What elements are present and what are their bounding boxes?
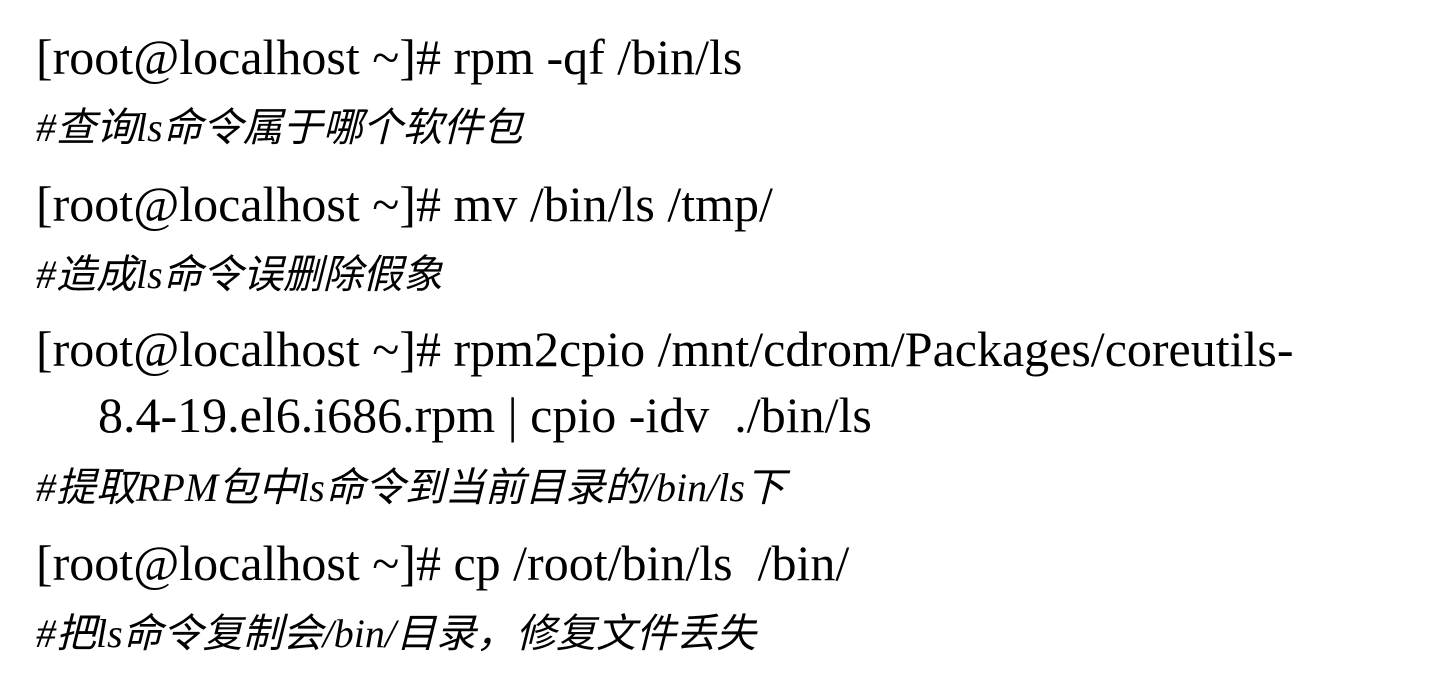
- command-line-3-continuation: 8.4-19.el6.i686.rpm | cpio -idv ./bin/ls: [98, 387, 872, 443]
- comment-line-1: #查询ls命令属于哪个软件包: [36, 105, 523, 150]
- command-line-2: [root@localhost ~]# mv /bin/ls /tmp/: [36, 176, 773, 232]
- command-line-3: [root@localhost ~]# rpm2cpio /mnt/cdrom/…: [36, 321, 1294, 377]
- comment-line-2: #造成ls命令误删除假象: [36, 252, 443, 297]
- command-line-1: [root@localhost ~]# rpm -qf /bin/ls: [36, 29, 743, 85]
- comment-line-3: #提取RPM包中ls命令到当前目录的/bin/ls下: [36, 465, 785, 510]
- command-line-4: [root@localhost ~]# cp /root/bin/ls /bin…: [36, 535, 850, 591]
- comment-line-4: #把ls命令复制会/bin/目录，修复文件丢失: [36, 611, 757, 656]
